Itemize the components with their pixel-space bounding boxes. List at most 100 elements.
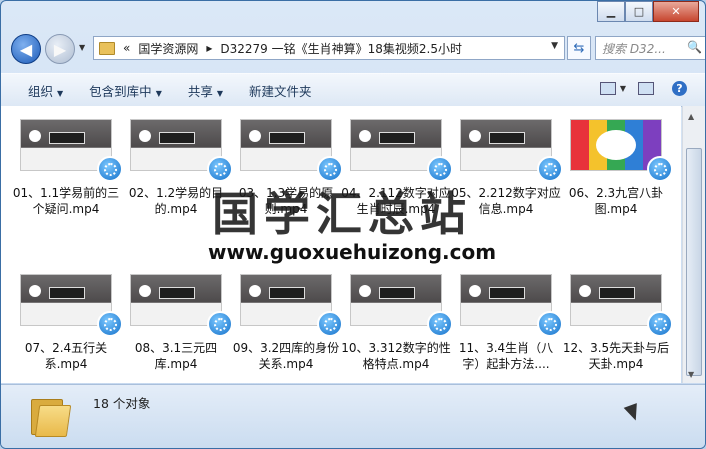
minimize-button[interactable]: ▁ (597, 1, 625, 22)
recent-pages-dropdown[interactable]: ▼ (79, 43, 85, 52)
vertical-scrollbar[interactable]: ▲ ▼ (682, 106, 705, 383)
explorer-window: ▁ □ ✕ ◀ ▶ ▼ « 国学资源网 ▸ D32279 一铭《生肖神算》18集… (0, 0, 706, 449)
file-item[interactable]: 06、2.3九宫八卦图.mp4 (561, 119, 673, 217)
file-item[interactable]: 02、1.2学易的目的.mp4 (121, 119, 233, 217)
organize-menu[interactable]: 组织 ▼ (28, 81, 63, 100)
logo-icon (359, 130, 371, 142)
file-name: 12、3.5先天卦与后天卦.mp4 (562, 341, 670, 371)
video-player-icon (207, 156, 233, 182)
file-name: 03、1.3学易的原则.mp4 (238, 186, 334, 216)
file-item[interactable]: 01、1.1学易前的三个疑问.mp4 (11, 119, 123, 217)
folder-icon (31, 395, 72, 437)
search-input[interactable]: 搜索 D32... 🔍 (595, 36, 705, 60)
help-icon[interactable]: ? (672, 81, 687, 96)
preview-pane-icon[interactable] (638, 82, 654, 95)
chevron-down-icon: ▼ (155, 88, 162, 98)
chevron-down-icon[interactable]: ▼ (620, 84, 626, 93)
refresh-button[interactable]: ⇆ (567, 36, 591, 60)
close-button[interactable]: ✕ (653, 1, 699, 22)
video-player-icon (427, 311, 453, 337)
title-banner (379, 287, 415, 299)
video-player-icon (537, 156, 563, 182)
video-player-icon (207, 311, 233, 337)
chevron-down-icon: ▼ (216, 88, 224, 98)
video-player-icon (97, 156, 123, 182)
file-item[interactable]: 11、3.4生肖（八字）起卦方法.... (451, 274, 563, 372)
folder-icon (99, 41, 115, 55)
video-player-icon (427, 156, 453, 182)
file-name: 05、2.212数字对应信息.mp4 (451, 186, 561, 216)
file-item[interactable]: 07、2.4五行关系.mp4 (11, 274, 123, 372)
video-player-icon (647, 311, 673, 337)
title-banner (269, 287, 305, 299)
address-bar[interactable]: « 国学资源网 ▸ D32279 一铭《生肖神算》18集视频2.5小时 ▼ (93, 36, 565, 60)
file-name: 07、2.4五行关系.mp4 (24, 341, 108, 371)
logo-icon (29, 130, 41, 142)
title-banner (49, 287, 85, 299)
logo-icon (359, 285, 371, 297)
logo-icon (469, 130, 481, 142)
view-controls: ▼ ? (599, 81, 687, 96)
title-banner (599, 287, 635, 299)
share-menu[interactable]: 共享 ▼ (188, 81, 223, 100)
navigation-bar: ◀ ▶ ▼ « 国学资源网 ▸ D32279 一铭《生肖神算》18集视频2.5小… (9, 32, 705, 66)
scrollbar-thumb[interactable] (686, 148, 702, 376)
video-thumbnail (460, 274, 563, 337)
file-item[interactable]: 03、1.3学易的原则.mp4 (231, 119, 343, 217)
details-pane: 18 个对象 (1, 384, 705, 448)
breadcrumb-item-current-folder[interactable]: D32279 一铭《生肖神算》18集视频2.5小时 (220, 40, 462, 57)
organize-label: 组织 (28, 83, 54, 99)
video-player-icon (537, 311, 563, 337)
scroll-down-icon[interactable]: ▼ (688, 370, 694, 379)
title-banner (269, 132, 305, 144)
scroll-up-icon[interactable]: ▲ (688, 112, 694, 121)
logo-icon (249, 285, 261, 297)
logo-icon (249, 130, 261, 142)
change-view-icon[interactable] (599, 82, 616, 95)
file-name: 06、2.3九宫八卦图.mp4 (568, 186, 664, 216)
file-name: 04、2.112数字对应生肖时辰.mp4 (341, 186, 451, 216)
item-count: 18 个对象 (93, 396, 151, 411)
caption-buttons: ▁ □ ✕ (597, 1, 699, 22)
file-item[interactable]: 10、3.312数字的性格特点.mp4 (341, 274, 453, 372)
file-name: 08、3.1三元四库.mp4 (134, 341, 218, 371)
new-folder-button[interactable]: 新建文件夹 (249, 81, 312, 100)
video-thumbnail (130, 119, 233, 182)
back-button[interactable]: ◀ (11, 34, 41, 64)
title-banner (159, 132, 195, 144)
video-player-icon (97, 311, 123, 337)
file-name: 09、3.2四库的身份关系.mp4 (232, 341, 340, 371)
breadcrumb-prefix[interactable]: « (123, 41, 130, 55)
maximize-button[interactable]: □ (625, 1, 653, 22)
logo-icon (579, 285, 591, 297)
video-player-icon (317, 311, 343, 337)
title-banner (379, 132, 415, 144)
file-item[interactable]: 04、2.112数字对应生肖时辰.mp4 (341, 119, 453, 217)
video-thumbnail (240, 119, 343, 182)
command-toolbar: 组织 ▼ 包含到库中 ▼ 共享 ▼ 新建文件夹 ▼ ? (1, 73, 705, 107)
file-item[interactable]: 12、3.5先天卦与后天卦.mp4 (561, 274, 673, 372)
breadcrumb-item-guoxue[interactable]: 国学资源网 (138, 40, 198, 57)
file-name: 11、3.4生肖（八字）起卦方法.... (458, 341, 554, 371)
share-label: 共享 (187, 83, 213, 99)
video-player-icon (647, 156, 673, 182)
video-thumbnail (460, 119, 563, 182)
video-thumbnail (20, 119, 123, 182)
breadcrumb-separator[interactable]: ▸ (206, 41, 212, 55)
file-list-pane[interactable]: 01、1.1学易前的三个疑问.mp4 02、1.2学易的目的.mp4 03、1.… (1, 106, 681, 383)
address-dropdown[interactable]: ▼ (551, 41, 558, 51)
chevron-down-icon: ▼ (57, 88, 64, 98)
file-item[interactable]: 08、3.1三元四库.mp4 (121, 274, 233, 372)
logo-icon (469, 285, 481, 297)
forward-button[interactable]: ▶ (45, 34, 75, 64)
title-banner (489, 132, 525, 144)
logo-icon (139, 130, 151, 142)
file-item[interactable]: 09、3.2四库的身份关系.mp4 (231, 274, 343, 372)
video-thumbnail (350, 274, 453, 337)
video-thumbnail (570, 274, 673, 337)
video-thumbnail (20, 274, 123, 337)
search-icon[interactable]: 🔍 (687, 40, 702, 54)
include-library-menu[interactable]: 包含到库中 ▼ (89, 81, 162, 100)
video-player-icon (317, 156, 343, 182)
file-item[interactable]: 05、2.212数字对应信息.mp4 (451, 119, 563, 217)
